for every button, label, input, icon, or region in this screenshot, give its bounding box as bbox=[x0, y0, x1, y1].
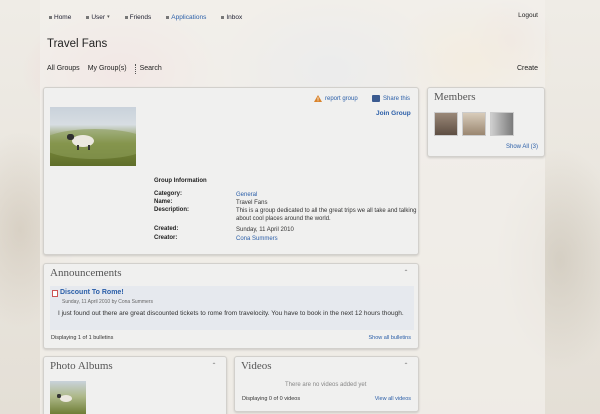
group-info-panel: report group Share this Join Group Group… bbox=[43, 87, 419, 255]
announcement-title-link[interactable]: Discount To Rome! bbox=[60, 289, 124, 296]
my-groups-link[interactable]: My Group(s) bbox=[88, 65, 127, 74]
announcements-heading: Announcements bbox=[50, 267, 122, 279]
announcement-item: Discount To Rome! Sunday, 11 April 2010 … bbox=[50, 286, 414, 330]
info-label: Description: bbox=[154, 207, 190, 213]
show-all-bulletins-link[interactable]: Show all bulletins bbox=[369, 335, 412, 341]
info-row-description: Description: This is a group dedicated t… bbox=[154, 207, 420, 223]
caret-down-icon: ▾ bbox=[107, 14, 110, 20]
info-value: Sunday, 11 April 2010 bbox=[236, 227, 294, 233]
info-label: Creator: bbox=[154, 235, 178, 241]
show-all-members-link[interactable]: Show All (3) bbox=[506, 144, 538, 150]
join-group-link[interactable]: Join Group bbox=[376, 110, 411, 117]
announcements-panel: Announcements ⌃ Discount To Rome! Sunday… bbox=[43, 263, 419, 349]
warning-icon bbox=[314, 95, 322, 102]
info-value: Travel Fans bbox=[236, 200, 268, 206]
divider bbox=[134, 64, 136, 74]
document-icon bbox=[52, 290, 58, 297]
share-this-link[interactable]: Share this bbox=[372, 95, 410, 102]
members-panel: Members Show All (3) bbox=[427, 87, 545, 157]
nav-friends[interactable]: Friends bbox=[124, 13, 152, 21]
nav-friends-label: Friends bbox=[129, 13, 152, 21]
info-label: Name: bbox=[154, 199, 173, 205]
nav-applications-label: Applications bbox=[171, 13, 207, 21]
nav-home-label: Home bbox=[54, 13, 72, 21]
group-subnav: All Groups My Group(s) Search bbox=[47, 64, 170, 74]
bullet-icon bbox=[86, 15, 90, 19]
info-row-category: Category: General bbox=[154, 191, 420, 199]
page-title: Travel Fans bbox=[47, 38, 108, 50]
info-value: This is a group dedicated to all the gre… bbox=[236, 208, 417, 222]
search-link[interactable]: Search bbox=[140, 65, 162, 74]
info-row-created: Created: Sunday, 11 April 2010 bbox=[154, 226, 420, 234]
collapse-icon[interactable]: ⌃ bbox=[210, 363, 218, 369]
report-group-label: report group bbox=[325, 95, 358, 102]
avatar[interactable] bbox=[490, 112, 514, 136]
view-all-videos-link[interactable]: View all videos bbox=[375, 396, 411, 402]
no-videos-message: There are no videos added yet bbox=[285, 382, 367, 388]
members-heading: Members bbox=[434, 91, 476, 103]
announcement-meta: Sunday, 11 April 2010 by Cona Summers bbox=[62, 299, 153, 305]
all-groups-link[interactable]: All Groups bbox=[47, 65, 80, 74]
info-row-creator: Creator: Cona Summers bbox=[154, 235, 420, 243]
photo-albums-panel: Photo Albums ⌃ bbox=[43, 356, 227, 414]
nav-user[interactable]: User ▾ bbox=[86, 13, 110, 21]
nav-inbox-label: Inbox bbox=[226, 13, 243, 21]
share-this-label: Share this bbox=[383, 95, 411, 102]
bullet-icon bbox=[49, 15, 52, 19]
nav-user-label: User bbox=[91, 13, 106, 21]
creator-link[interactable]: Cona Summers bbox=[236, 235, 420, 243]
info-label: Category: bbox=[154, 191, 183, 197]
create-link[interactable]: Create bbox=[517, 65, 538, 72]
member-avatars bbox=[434, 112, 518, 136]
bullet-icon bbox=[221, 15, 225, 19]
share-icon bbox=[372, 95, 380, 102]
videos-panel: Videos ⌃ There are no videos added yet D… bbox=[234, 356, 419, 412]
avatar[interactable] bbox=[434, 112, 458, 136]
collapse-icon[interactable]: ⌃ bbox=[402, 363, 410, 369]
group-information-heading: Group Information bbox=[154, 178, 207, 184]
avatar[interactable] bbox=[462, 112, 486, 136]
collapse-icon[interactable]: ⌃ bbox=[402, 270, 410, 276]
album-thumbnail[interactable] bbox=[50, 381, 86, 414]
bulletins-count: Displaying 1 of 1 bulletins bbox=[51, 335, 114, 341]
info-label: Created: bbox=[154, 226, 179, 232]
logout-link[interactable]: Logout bbox=[518, 12, 538, 19]
nav-home[interactable]: Home bbox=[49, 14, 71, 21]
bullet-icon bbox=[166, 15, 170, 19]
category-link[interactable]: General bbox=[236, 191, 420, 199]
photo-albums-heading: Photo Albums bbox=[50, 360, 113, 372]
report-group-link[interactable]: report group bbox=[314, 95, 358, 102]
announcement-body: I just found out there are great discoun… bbox=[58, 310, 404, 317]
group-photo bbox=[50, 107, 136, 166]
nav-inbox[interactable]: Inbox bbox=[221, 14, 242, 21]
videos-heading: Videos bbox=[241, 360, 272, 372]
videos-count: Displaying 0 of 0 videos bbox=[242, 396, 301, 402]
top-navigation: Home User ▾ Friends Applications Inbox L… bbox=[44, 8, 542, 26]
nav-applications[interactable]: Applications bbox=[166, 14, 206, 21]
bullet-icon bbox=[124, 15, 128, 19]
info-row-name: Name: Travel Fans bbox=[154, 199, 420, 207]
